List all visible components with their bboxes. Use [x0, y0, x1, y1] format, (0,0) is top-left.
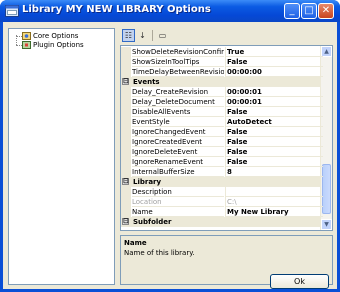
property-row[interactable]: Delay_CreateRevision 00:00:01: [121, 87, 323, 97]
property-value[interactable]: My New Library: [225, 207, 323, 217]
property-value[interactable]: False: [225, 157, 323, 167]
property-row[interactable]: TimeDelayBetweenRevisions 00:00:00: [121, 67, 323, 77]
property-row[interactable]: Location C:\: [121, 197, 323, 207]
row-gutter: [121, 87, 131, 97]
property-name: DisableAllEvents: [132, 107, 224, 117]
alphabetical-sort-icon: ↓: [139, 31, 146, 40]
property-row[interactable]: IgnoreRenameEvent False: [121, 157, 323, 167]
property-name: IgnoreDeleteEvent: [132, 147, 224, 157]
property-value[interactable]: [225, 187, 323, 197]
help-property-name: Name: [124, 239, 147, 247]
property-name: IgnoreCreatedEvent: [132, 137, 224, 147]
property-name: Description: [132, 187, 224, 197]
row-gutter: [121, 47, 131, 57]
property-row[interactable]: ShowSizeInToolTips False: [121, 57, 323, 67]
property-row[interactable]: Name My New Library: [121, 207, 323, 217]
property-name: IgnoreChangedEvent: [132, 127, 224, 137]
property-name: Delay_CreateRevision: [132, 87, 224, 97]
property-pages-icon: ▭: [158, 31, 167, 40]
help-property-description: Name of this library.: [124, 249, 195, 257]
property-list[interactable]: ▲ ▼ ShowDeleteRevisionConfirm True ShowSiz…: [120, 45, 333, 231]
property-row[interactable]: IgnoreChangedEvent False: [121, 127, 323, 137]
property-value[interactable]: False: [225, 107, 323, 117]
property-row[interactable]: ShowDeleteRevisionConfirm True: [121, 47, 323, 57]
plugin-icon: [22, 41, 31, 49]
property-row[interactable]: Description: [121, 187, 323, 197]
collapse-icon[interactable]: ⊟: [122, 218, 129, 225]
dialog-client-area: Core Options Plugin Options ☷ ↓ ▭ ▲ ▼ Sh…: [3, 22, 337, 289]
app-icon: [5, 5, 19, 17]
row-gutter: [121, 187, 131, 197]
row-gutter: [121, 97, 131, 107]
row-gutter: [121, 127, 131, 137]
settings-icon: [22, 32, 31, 40]
options-window: Library MY NEW LIBRARY Options _ □ ✕ Cor…: [0, 0, 340, 292]
property-name: IgnoreRenameEvent: [132, 157, 224, 167]
property-row[interactable]: Delay_DeleteDocument 00:00:01: [121, 97, 323, 107]
property-name: ShowDeleteRevisionConfirm: [132, 48, 224, 57]
property-name: TimeDelayBetweenRevisions: [132, 68, 224, 77]
property-name: InternalBufferSize: [132, 167, 224, 177]
property-value[interactable]: AutoDetect: [225, 117, 323, 127]
category-label: Events: [133, 78, 160, 86]
property-name: Location: [132, 197, 224, 207]
categorized-view-button[interactable]: ☷: [122, 29, 135, 42]
row-gutter: [121, 157, 131, 167]
property-value[interactable]: False: [225, 127, 323, 137]
category-label: Subfolder: [133, 218, 172, 226]
category-label: Library: [133, 178, 162, 186]
property-value[interactable]: True: [225, 47, 323, 57]
property-grid: ☷ ↓ ▭ ▲ ▼ ShowDeleteRevisionConfirm True S…: [120, 28, 333, 285]
categorized-icon: ☷: [124, 31, 133, 40]
options-tree[interactable]: Core Options Plugin Options: [8, 28, 115, 285]
property-row[interactable]: InternalBufferSize 8: [121, 167, 323, 177]
property-value: C:\: [225, 197, 323, 207]
row-gutter: [121, 167, 131, 177]
category-events[interactable]: ⊟ Events: [121, 77, 321, 87]
property-name: Delay_DeleteDocument: [132, 97, 224, 107]
tree-item-label: Plugin Options: [33, 41, 84, 49]
property-name: EventStyle: [132, 117, 224, 127]
row-gutter: [121, 197, 131, 207]
row-gutter: [121, 107, 131, 117]
tree-item-plugin-options[interactable]: Plugin Options: [22, 40, 84, 50]
ok-button[interactable]: Ok: [270, 274, 329, 289]
property-name: Name: [132, 207, 224, 217]
row-gutter: [121, 57, 131, 67]
property-value[interactable]: 00:00:01: [225, 97, 323, 107]
property-value[interactable]: False: [225, 57, 323, 67]
property-value[interactable]: 00:00:01: [225, 87, 323, 97]
property-value[interactable]: False: [225, 137, 323, 147]
property-name: ShowSizeInToolTips: [132, 57, 224, 67]
close-button[interactable]: ✕: [318, 3, 334, 19]
property-value[interactable]: 00:00:00: [225, 67, 323, 77]
category-library[interactable]: ⊟ Library: [121, 177, 321, 187]
scroll-down-arrow-icon[interactable]: ▼: [321, 219, 332, 230]
tree-item-label: Core Options: [33, 32, 79, 40]
window-title: Library MY NEW LIBRARY Options: [22, 4, 211, 15]
title-bar[interactable]: Library MY NEW LIBRARY Options _ □ ✕: [0, 0, 340, 22]
property-pages-button[interactable]: ▭: [156, 29, 169, 42]
property-value[interactable]: 8: [225, 167, 323, 177]
row-gutter: [121, 117, 131, 127]
row-gutter: [121, 147, 131, 157]
scroll-thumb[interactable]: [322, 164, 331, 214]
collapse-icon[interactable]: ⊟: [122, 178, 129, 185]
minimize-button[interactable]: _: [284, 3, 300, 19]
category-subfolder[interactable]: ⊟ Subfolder: [121, 217, 321, 227]
property-row[interactable]: DisableAllEvents False: [121, 107, 323, 117]
property-row[interactable]: IgnoreCreatedEvent False: [121, 137, 323, 147]
toolbar-separator: [152, 30, 153, 41]
maximize-button[interactable]: □: [301, 3, 317, 19]
collapse-icon[interactable]: ⊟: [122, 78, 129, 85]
row-gutter: [121, 207, 131, 217]
alphabetical-view-button[interactable]: ↓: [136, 29, 149, 42]
property-row[interactable]: IgnoreDeleteEvent False: [121, 147, 323, 157]
property-grid-toolbar: ☷ ↓ ▭: [120, 28, 333, 44]
row-gutter: [121, 137, 131, 147]
row-gutter: [121, 67, 131, 77]
property-row[interactable]: EventStyle AutoDetect: [121, 117, 323, 127]
property-value[interactable]: False: [225, 147, 323, 157]
